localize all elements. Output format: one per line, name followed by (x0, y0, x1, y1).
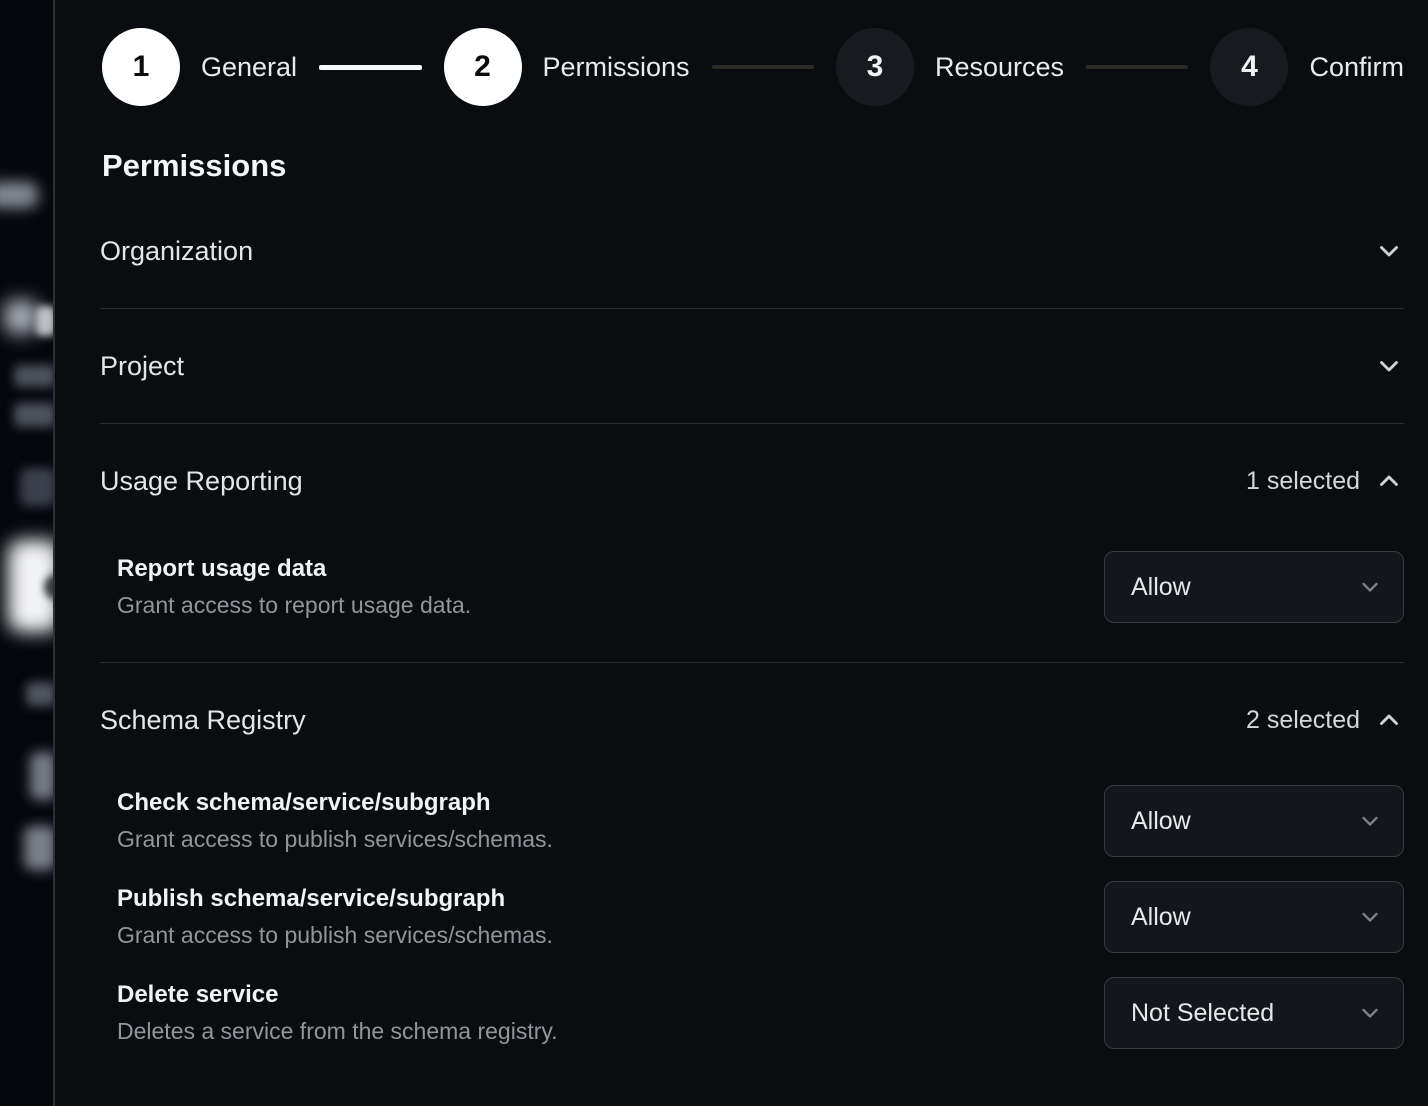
step-permissions[interactable]: 2 Permissions (444, 28, 690, 106)
permission-sections: Organization Project Usage Rep (100, 194, 1404, 1059)
step-number-badge: 1 (102, 28, 180, 106)
sidebar-blur-text-fragment (36, 306, 55, 336)
chevron-down-icon (1357, 904, 1383, 930)
chevron-down-icon (1357, 1000, 1383, 1026)
wizard-panel: 1 General 2 Permissions 3 Resources 4 Co… (55, 0, 1428, 1106)
step-label: Resources (935, 52, 1064, 83)
permission-row-publish-schema: Publish schema/service/subgraph Grant ac… (117, 881, 1404, 953)
chevron-down-icon (1357, 808, 1383, 834)
step-label: Confirm (1309, 52, 1404, 83)
permission-title: Delete service (117, 981, 558, 1009)
step-connector (319, 65, 421, 70)
step-label: Permissions (543, 52, 690, 83)
step-connector (1086, 65, 1188, 69)
permission-row-report-usage-data: Report usage data Grant access to report… (117, 551, 1404, 623)
permission-description: Grant access to publish services/schemas… (117, 922, 553, 949)
permission-select[interactable]: Allow (1104, 785, 1404, 857)
sidebar-blur-text-fragment (26, 682, 55, 706)
permission-description: Deletes a service from the schema regist… (117, 1018, 558, 1045)
section-label: Organization (100, 236, 253, 267)
sidebar-blur-icon (20, 468, 55, 506)
section-header-controls: 1 selected (1246, 466, 1404, 496)
sidebar-blur-blob (0, 182, 38, 208)
permission-text: Publish schema/service/subgraph Grant ac… (117, 885, 553, 949)
section-header-controls: 2 selected (1246, 705, 1404, 735)
select-value: Allow (1131, 807, 1191, 836)
sidebar-blur-blob (4, 300, 38, 334)
step-confirm[interactable]: 4 Confirm (1210, 28, 1404, 106)
section-project: Project (100, 309, 1404, 424)
permission-select[interactable]: Not Selected (1104, 977, 1404, 1049)
sidebar-blurred (0, 0, 55, 1106)
chevron-up-icon (1374, 705, 1404, 735)
selected-count: 1 selected (1246, 467, 1360, 496)
section-label: Schema Registry (100, 705, 306, 736)
step-number-badge: 2 (444, 28, 522, 106)
chevron-down-icon (1357, 574, 1383, 600)
section-organization: Organization (100, 194, 1404, 309)
step-number-badge: 3 (836, 28, 914, 106)
permission-title: Check schema/service/subgraph (117, 789, 553, 817)
sidebar-blur-text-fragment (14, 403, 55, 427)
page-title: Permissions (102, 148, 1404, 184)
permission-text: Delete service Deletes a service from th… (117, 981, 558, 1045)
step-label: General (201, 52, 297, 83)
section-header-project[interactable]: Project (100, 309, 1404, 423)
permission-description: Grant access to publish services/schemas… (117, 826, 553, 853)
section-usage-reporting: Usage Reporting 1 selected Report usage … (100, 424, 1404, 663)
permission-list: Check schema/service/subgraph Grant acce… (100, 785, 1404, 1059)
section-schema-registry: Schema Registry 2 selected Check schema/… (100, 663, 1404, 1059)
select-value: Allow (1131, 903, 1191, 932)
app-root: 1 General 2 Permissions 3 Resources 4 Co… (0, 0, 1428, 1106)
section-header-usage-reporting[interactable]: Usage Reporting 1 selected (100, 424, 1404, 538)
permission-description: Grant access to report usage data. (117, 592, 471, 619)
step-resources[interactable]: 3 Resources (836, 28, 1064, 106)
section-header-controls (1374, 236, 1404, 266)
section-header-controls (1374, 351, 1404, 381)
section-label: Project (100, 351, 184, 382)
permission-row-delete-service: Delete service Deletes a service from th… (117, 977, 1404, 1049)
permission-text: Check schema/service/subgraph Grant acce… (117, 789, 553, 853)
permission-title: Report usage data (117, 555, 471, 583)
permission-row-check-schema: Check schema/service/subgraph Grant acce… (117, 785, 1404, 857)
sidebar-blur-text-fragment (24, 826, 55, 870)
step-general[interactable]: 1 General (102, 28, 297, 106)
permission-list: Report usage data Grant access to report… (100, 551, 1404, 662)
section-header-schema-registry[interactable]: Schema Registry 2 selected (100, 663, 1404, 777)
select-value: Allow (1131, 573, 1191, 602)
sidebar-blur-text-fragment (30, 752, 55, 800)
chevron-down-icon (1374, 351, 1404, 381)
chevron-up-icon (1374, 466, 1404, 496)
permission-select[interactable]: Allow (1104, 881, 1404, 953)
sidebar-blur-text-fragment (14, 365, 55, 387)
permission-title: Publish schema/service/subgraph (117, 885, 553, 913)
select-value: Not Selected (1131, 999, 1274, 1028)
permission-text: Report usage data Grant access to report… (117, 555, 471, 619)
step-connector (712, 65, 814, 69)
section-label: Usage Reporting (100, 466, 303, 497)
wizard-stepper: 1 General 2 Permissions 3 Resources 4 Co… (102, 28, 1404, 106)
section-header-organization[interactable]: Organization (100, 194, 1404, 308)
step-number-badge: 4 (1210, 28, 1288, 106)
selected-count: 2 selected (1246, 706, 1360, 735)
chevron-down-icon (1374, 236, 1404, 266)
permission-select[interactable]: Allow (1104, 551, 1404, 623)
